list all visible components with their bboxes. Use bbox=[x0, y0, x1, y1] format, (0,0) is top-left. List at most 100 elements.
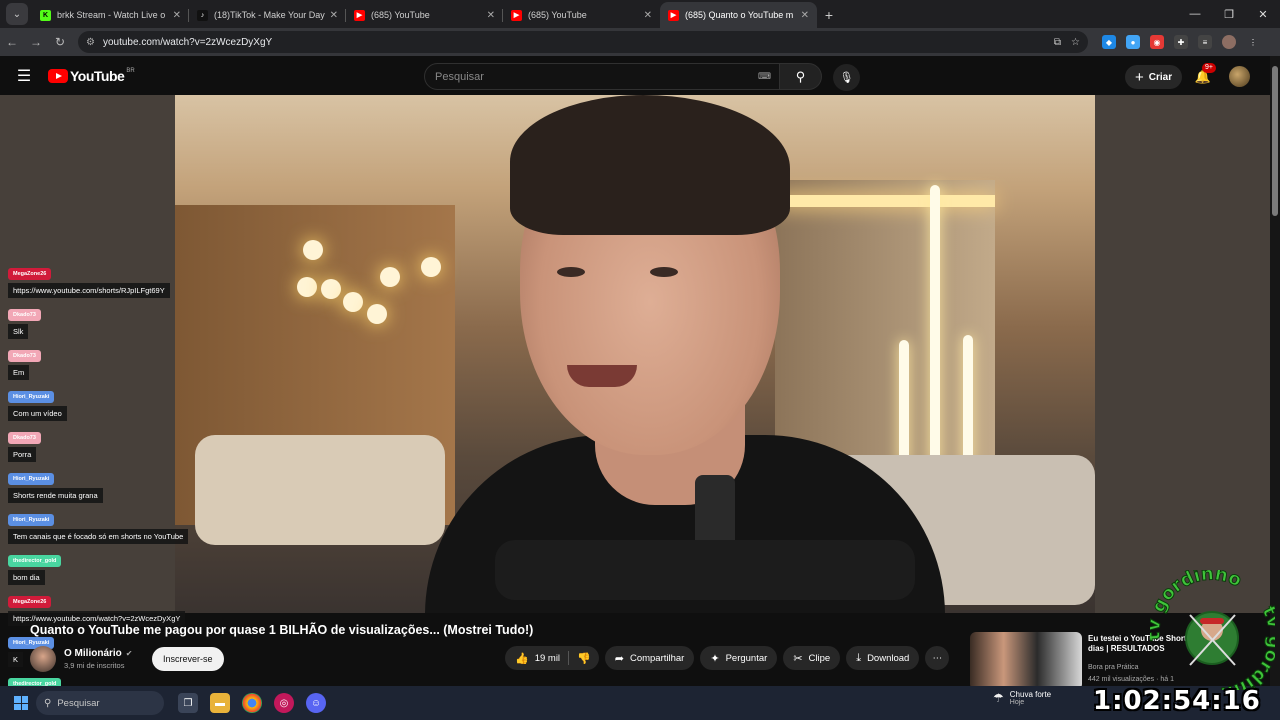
taskbar-search[interactable]: ⚲ Pesquisar bbox=[36, 691, 164, 715]
verified-icon: ✔ bbox=[125, 649, 133, 658]
minimize-icon[interactable]: — bbox=[1178, 0, 1212, 28]
extensions-puzzle-icon[interactable]: ✚ bbox=[1174, 35, 1188, 49]
close-tab-icon[interactable]: ✕ bbox=[330, 10, 338, 21]
bookmark-star-icon[interactable]: ☆ bbox=[1071, 37, 1080, 48]
search-button[interactable]: ⚲ bbox=[780, 63, 822, 90]
channel-name[interactable]: O Milionário bbox=[64, 648, 122, 659]
ask-button[interactable]: ✦ Perguntar bbox=[700, 646, 778, 670]
extension-icon[interactable]: ◆ bbox=[1102, 35, 1116, 49]
account-avatar[interactable] bbox=[1229, 66, 1250, 87]
weather-widget[interactable]: ☂ Chuva forte Hoje bbox=[993, 690, 1051, 706]
like-count[interactable]: 19 mil bbox=[535, 653, 560, 664]
chat-message: thedirector_gold bom dia bbox=[8, 549, 238, 585]
file-explorer-icon[interactable]: ▬ bbox=[210, 693, 230, 713]
discord-icon[interactable]: ☺ bbox=[306, 693, 326, 713]
browser-tab[interactable]: ▶ (685) YouTube ✕ bbox=[346, 2, 503, 28]
chat-username: Hiori_Ryuzaki bbox=[8, 473, 55, 485]
tab-search-button[interactable]: ⌄ bbox=[6, 3, 28, 25]
extension-icon[interactable]: ◉ bbox=[1150, 35, 1164, 49]
chrome-icon[interactable] bbox=[242, 693, 262, 713]
recommended-thumbnail[interactable] bbox=[970, 632, 1082, 690]
video-actions: 👍 19 mil 👎 ➦ Compartilhar ✦ Perguntar ✂ … bbox=[505, 646, 950, 670]
chat-text: https://www.youtube.com/shorts/RJpILFgt6… bbox=[8, 283, 170, 298]
thumbs-down-icon[interactable]: 👎 bbox=[577, 652, 591, 665]
windows-taskbar: ⚲ Pesquisar ❐ ▬ ◎ ☺ ☂ Chuva forte Hoje bbox=[0, 686, 1280, 720]
recommended-channel: Bora pra Prática bbox=[1088, 664, 1139, 671]
extensions-area: ◆ ● ◉ ✚ ≡ ⋮ bbox=[1102, 35, 1260, 49]
video-scene-lamp bbox=[421, 257, 441, 277]
video-scene-light bbox=[899, 340, 909, 465]
rain-cloud-icon: ☂ bbox=[993, 691, 1004, 705]
video-scene-lamp bbox=[303, 240, 323, 260]
task-view-icon[interactable]: ❐ bbox=[178, 693, 198, 713]
close-window-icon[interactable]: ✕ bbox=[1246, 0, 1280, 28]
chat-username: Dkado73 bbox=[8, 432, 41, 444]
scrollbar-thumb[interactable] bbox=[1272, 66, 1278, 216]
share-button[interactable]: ➦ Compartilhar bbox=[604, 646, 695, 670]
notifications-button[interactable]: 🔔 9+ bbox=[1192, 63, 1216, 88]
search-input[interactable]: Pesquisar ⌨ bbox=[424, 63, 780, 90]
close-tab-icon[interactable]: ✕ bbox=[644, 10, 652, 21]
thumbs-up-icon[interactable]: 👍 bbox=[515, 652, 529, 665]
scissors-icon: ✂ bbox=[793, 652, 803, 665]
voice-search-button[interactable]: 🎙 bbox=[833, 64, 860, 91]
maximize-icon[interactable]: ❐ bbox=[1212, 0, 1246, 28]
chat-username: Dkado73 bbox=[8, 309, 41, 321]
profile-avatar[interactable] bbox=[1222, 35, 1236, 49]
chat-text: Porra bbox=[8, 447, 37, 462]
download-button[interactable]: ⤓ Download bbox=[846, 646, 920, 670]
chat-text: Em bbox=[8, 365, 30, 380]
site-info-icon[interactable]: ⚙ bbox=[86, 37, 95, 48]
chrome-menu-icon[interactable]: ⋮ bbox=[1246, 35, 1260, 49]
close-tab-icon[interactable]: ✕ bbox=[173, 10, 181, 21]
browser-tab[interactable]: Kbrkk Stream - Watch Live o ✕ bbox=[32, 2, 189, 28]
subscribe-button[interactable]: Inscrever-se bbox=[152, 647, 224, 671]
create-button[interactable]: + Criar bbox=[1125, 65, 1183, 89]
youtube-icon: ▶ bbox=[668, 9, 679, 21]
more-actions-button[interactable]: ⋯ bbox=[925, 646, 950, 670]
chat-message: Dkado73 Slk bbox=[8, 303, 238, 339]
youtube-logo[interactable]: YouTube BR bbox=[48, 56, 135, 96]
hamburger-menu-icon[interactable]: ☰ bbox=[0, 56, 48, 96]
keyboard-icon[interactable]: ⌨ bbox=[758, 71, 771, 82]
kick-icon: K bbox=[40, 9, 51, 21]
forward-icon[interactable]: → bbox=[24, 30, 48, 54]
tab-title: brkk Stream - Watch Live o bbox=[57, 10, 166, 20]
close-tab-icon[interactable]: ✕ bbox=[487, 10, 495, 21]
browser-tab[interactable]: ▶ (685) Quanto o YouTube m ✕ bbox=[660, 2, 817, 28]
video-scene-light bbox=[963, 335, 973, 465]
video-scene-lamp bbox=[297, 277, 317, 297]
chat-message: Hiori_Ryuzaki Tem canais que é focado só … bbox=[8, 508, 238, 544]
tab-list: Kbrkk Stream - Watch Live o ✕ ♪ (18)TikTok … bbox=[32, 2, 817, 28]
chat-message: MegaZone26 https://www.youtube.com/watch?… bbox=[8, 590, 238, 626]
new-tab-button[interactable]: + bbox=[817, 2, 841, 28]
weather-sub: Hoje bbox=[1009, 699, 1025, 706]
weather-text: Chuva forte bbox=[1009, 690, 1052, 699]
channel-avatar[interactable] bbox=[30, 646, 56, 672]
tab-title: (18)TikTok - Make Your Day bbox=[214, 10, 325, 20]
browser-tab[interactable]: ♪ (18)TikTok - Make Your Day ✕ bbox=[189, 2, 346, 28]
channel-info: O Milionário ✔ 3,9 mi de inscritos bbox=[30, 645, 132, 673]
app-icon[interactable]: ◎ bbox=[274, 693, 294, 713]
install-icon[interactable]: ⧉ bbox=[1054, 37, 1061, 48]
extension-icon[interactable]: ● bbox=[1126, 35, 1140, 49]
clip-button[interactable]: ✂ Clipe bbox=[783, 646, 841, 670]
chat-message: Dkado73 Em bbox=[8, 344, 238, 380]
share-label: Compartilhar bbox=[629, 652, 685, 664]
more-horizontal-icon: ⋯ bbox=[932, 652, 943, 664]
recommended-video[interactable]: Eu testei o YouTube Shorts por 80 dias |… bbox=[970, 630, 1217, 690]
close-tab-icon[interactable]: ✕ bbox=[801, 10, 809, 21]
video-frame[interactable] bbox=[175, 95, 1095, 613]
back-icon[interactable]: ← bbox=[0, 30, 24, 54]
stream-timer: 1:02:54:16 bbox=[1093, 686, 1261, 716]
ask-label: Perguntar bbox=[725, 652, 768, 664]
video-microphone-stand bbox=[495, 540, 915, 600]
chat-text: Slk bbox=[8, 324, 29, 339]
windows-start-icon[interactable] bbox=[14, 696, 28, 710]
reading-list-icon[interactable]: ≡ bbox=[1198, 35, 1212, 49]
youtube-icon: ▶ bbox=[354, 9, 365, 21]
browser-tab[interactable]: ▶ (685) YouTube ✕ bbox=[503, 2, 660, 28]
reload-icon[interactable]: ↻ bbox=[48, 30, 72, 54]
address-bar[interactable]: ⚙ youtube.com/watch?v=2zWcezDyXgY ⧉ ☆ bbox=[78, 31, 1088, 53]
tab-title: (685) Quanto o YouTube m bbox=[685, 10, 794, 20]
